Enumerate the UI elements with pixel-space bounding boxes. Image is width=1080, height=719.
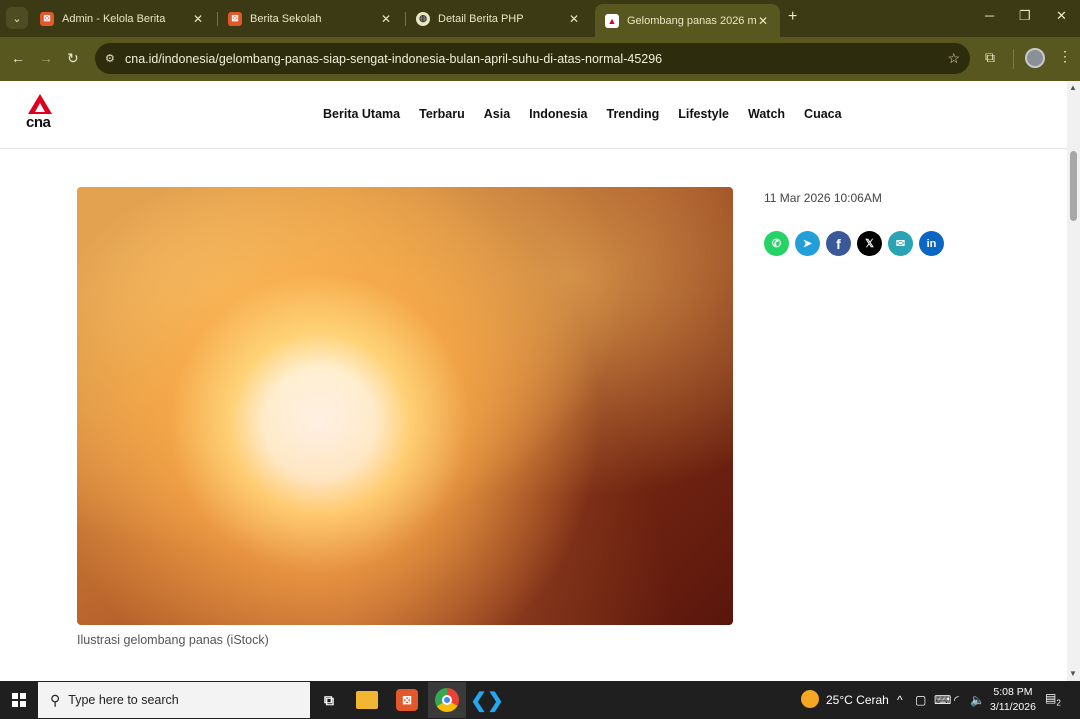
- hero-image-glow: [77, 187, 733, 625]
- wifi-icon[interactable]: ◜: [954, 693, 959, 707]
- tab-title: Admin - Kelola Berita: [62, 12, 166, 25]
- site-settings-icon[interactable]: ⚙: [105, 52, 119, 65]
- taskbar-clock[interactable]: 5:08 PM 3/11/2026: [990, 685, 1036, 715]
- new-tab-button[interactable]: +: [788, 8, 797, 26]
- nav-trending[interactable]: Trending: [607, 107, 660, 121]
- nav-cuaca[interactable]: Cuaca: [804, 107, 842, 121]
- bookmark-star-icon[interactable]: ☆: [947, 50, 960, 67]
- hero-image-heatwave: [77, 187, 733, 625]
- profile-avatar[interactable]: [1025, 48, 1045, 68]
- tray-device-icon[interactable]: ▢: [915, 693, 926, 707]
- task-view-icon[interactable]: ⧉: [316, 687, 342, 713]
- vscode-taskbar-icon[interactable]: ❮❯: [470, 687, 504, 713]
- weather-text[interactable]: 25°C Cerah: [826, 693, 889, 707]
- share-buttons: ✆ ➤ f 𝕏 ✉ in: [764, 231, 944, 256]
- notification-center-icon[interactable]: ▤2: [1045, 691, 1063, 709]
- toolbar-divider: [1013, 49, 1014, 69]
- tab-gelombang-panas[interactable]: ▲ Gelombang panas 2026 mengi ✕: [595, 4, 780, 37]
- chrome-taskbar-icon[interactable]: [435, 688, 459, 712]
- logo-text: cna: [26, 114, 51, 131]
- extensions-puzzle-icon[interactable]: ⧉: [985, 49, 995, 66]
- scroll-up-arrow-icon[interactable]: ▲: [1069, 83, 1077, 92]
- reload-icon[interactable]: ↻: [67, 50, 79, 67]
- close-icon[interactable]: ✕: [379, 12, 393, 26]
- facebook-share-icon[interactable]: f: [826, 231, 851, 256]
- clock-date: 3/11/2026: [990, 701, 1036, 713]
- tab-title: Detail Berita PHP: [438, 12, 524, 25]
- cna-favicon-icon: ▲: [605, 13, 619, 28]
- web-page: cna Berita Utama Terbaru Asia Indonesia …: [0, 81, 1067, 681]
- site-header: cna Berita Utama Terbaru Asia Indonesia …: [0, 81, 1067, 149]
- article-date: 11 Mar 2026 10:06AM: [764, 191, 882, 205]
- scroll-down-arrow-icon[interactable]: ▼: [1069, 669, 1077, 678]
- notification-count: 2: [1056, 698, 1061, 708]
- tab-title: Berita Sekolah: [250, 12, 322, 25]
- tab-title: Gelombang panas 2026 mengi: [627, 14, 756, 27]
- tab-berita-sekolah[interactable]: ⊠ Berita Sekolah ✕: [218, 4, 403, 33]
- xampp-taskbar-icon[interactable]: ⊠: [396, 689, 418, 711]
- url-text[interactable]: cna.id/indonesia/gelombang-panas-siap-se…: [125, 52, 662, 66]
- close-icon[interactable]: ✕: [191, 12, 205, 26]
- taskbar-search-box[interactable]: ⚲ Type here to search: [38, 682, 310, 718]
- tray-chevron-up-icon[interactable]: ^: [897, 693, 903, 707]
- close-icon[interactable]: ✕: [567, 12, 581, 26]
- browser-menu-icon[interactable]: ⋮: [1058, 48, 1072, 65]
- restore-icon[interactable]: ❐: [1019, 8, 1031, 24]
- volume-icon[interactable]: 🔈: [970, 693, 985, 707]
- clock-time: 5:08 PM: [993, 686, 1033, 698]
- tab-search-chevron-icon[interactable]: ⌄: [6, 7, 28, 29]
- x-share-icon[interactable]: 𝕏: [857, 231, 882, 256]
- tab-detail-berita-php[interactable]: ◍ Detail Berita PHP ✕: [406, 4, 591, 33]
- telegram-share-icon[interactable]: ➤: [795, 231, 820, 256]
- main-nav: Berita Utama Terbaru Asia Indonesia Tren…: [323, 107, 861, 121]
- cna-logo-mark-icon: [28, 94, 52, 114]
- nav-terbaru[interactable]: Terbaru: [419, 107, 465, 121]
- cna-logo[interactable]: cna: [24, 94, 58, 134]
- back-arrow-icon[interactable]: ←: [11, 50, 25, 66]
- scroll-thumb[interactable]: [1070, 151, 1077, 221]
- globe-icon: ◍: [416, 11, 430, 26]
- file-explorer-icon[interactable]: [356, 691, 378, 709]
- address-bar[interactable]: ⚙ cna.id/indonesia/gelombang-panas-siap-…: [95, 43, 970, 74]
- browser-toolbar: ← → ↻ ⚙ cna.id/indonesia/gelombang-panas…: [0, 37, 1080, 81]
- linkedin-share-icon[interactable]: in: [919, 231, 944, 256]
- minimize-icon[interactable]: ─: [985, 8, 994, 23]
- nav-berita-utama[interactable]: Berita Utama: [323, 107, 400, 121]
- windows-taskbar: ⚲ Type here to search ⧉ ⊠ ❮❯ 25°C Cerah …: [0, 681, 1080, 719]
- forward-arrow-icon[interactable]: →: [39, 50, 53, 66]
- nav-asia[interactable]: Asia: [484, 107, 510, 121]
- nav-watch[interactable]: Watch: [748, 107, 785, 121]
- nav-lifestyle[interactable]: Lifestyle: [678, 107, 729, 121]
- windows-start-icon[interactable]: [12, 693, 26, 707]
- page-scrollbar[interactable]: ▲ ▼: [1067, 81, 1080, 681]
- xampp-icon: ⊠: [40, 11, 54, 26]
- image-caption: Ilustrasi gelombang panas (iStock): [77, 633, 269, 647]
- xampp-icon: ⊠: [228, 11, 242, 26]
- search-icon: ⚲: [50, 691, 61, 708]
- nav-indonesia[interactable]: Indonesia: [529, 107, 587, 121]
- weather-sun-icon[interactable]: [801, 690, 819, 708]
- whatsapp-share-icon[interactable]: ✆: [764, 231, 789, 256]
- window-close-icon[interactable]: ✕: [1056, 8, 1067, 24]
- email-share-icon[interactable]: ✉: [888, 231, 913, 256]
- search-placeholder: Type here to search: [68, 693, 179, 707]
- close-icon[interactable]: ✕: [756, 14, 770, 28]
- tab-strip: ⌄ ⊠ Admin - Kelola Berita ✕ ⊠ Berita Sek…: [0, 0, 1080, 37]
- tray-keyboard-icon[interactable]: ⌨: [934, 693, 951, 707]
- tab-admin-kelola-berita[interactable]: ⊠ Admin - Kelola Berita ✕: [30, 4, 215, 33]
